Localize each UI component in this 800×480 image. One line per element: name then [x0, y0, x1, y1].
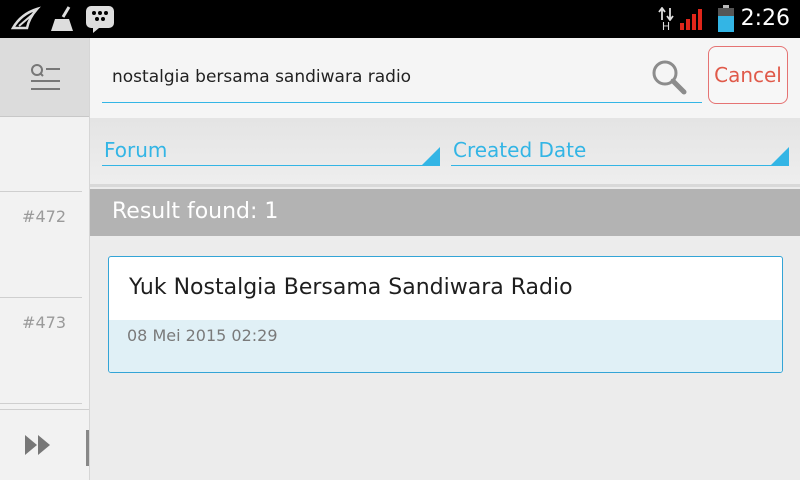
scroll-indicator: [86, 430, 89, 466]
cancel-button[interactable]: Cancel: [708, 46, 788, 104]
dropdown-corner-icon: [422, 147, 440, 165]
signal-icon: [678, 0, 706, 38]
bbm-icon: [84, 0, 116, 38]
clock: 2:26: [740, 6, 790, 31]
filter-bar: Forum Created Date: [90, 118, 800, 187]
sidebar-menu-button[interactable]: [0, 38, 89, 117]
search-field-container: [102, 52, 702, 103]
battery-icon: [714, 0, 738, 38]
dropdown-corner-icon: [771, 147, 789, 165]
forum-dropdown-label: Forum: [104, 138, 168, 162]
result-count: Result found: 1: [112, 199, 279, 224]
status-bar: H 2:26: [0, 0, 800, 38]
network-type-label: H: [661, 19, 671, 33]
search-button[interactable]: [650, 58, 690, 98]
sword-icon: [8, 0, 44, 38]
forum-dropdown[interactable]: Forum: [102, 132, 440, 166]
result-card[interactable]: Yuk Nostalgia Bersama Sandiwara Radio 08…: [108, 256, 783, 373]
result-title: Yuk Nostalgia Bersama Sandiwara Radio: [129, 275, 573, 300]
result-footer: 08 Mei 2015 02:29: [109, 320, 782, 372]
sidebar-item[interactable]: #472: [0, 191, 82, 298]
result-date: 08 Mei 2015 02:29: [127, 326, 278, 345]
sidebar-item[interactable]: #473: [0, 297, 82, 404]
created-date-dropdown[interactable]: Created Date: [451, 132, 789, 166]
search-bar: Cancel: [90, 38, 800, 118]
sidebar-footer: [0, 409, 89, 480]
fast-forward-icon[interactable]: [24, 434, 52, 456]
sidebar-item[interactable]: [0, 117, 82, 192]
broom-icon: [46, 0, 82, 38]
sidebar: #472 #473: [0, 38, 90, 480]
data-arrows-icon: H: [656, 0, 676, 38]
result-count-bar: Result found: 1: [90, 189, 800, 236]
sidebar-item-number: #473: [22, 313, 66, 332]
search-input[interactable]: [102, 52, 632, 102]
search-list-icon: [30, 64, 60, 90]
magnifier-icon: [652, 60, 687, 95]
created-date-dropdown-label: Created Date: [453, 138, 587, 162]
sidebar-item-number: #472: [22, 207, 66, 226]
